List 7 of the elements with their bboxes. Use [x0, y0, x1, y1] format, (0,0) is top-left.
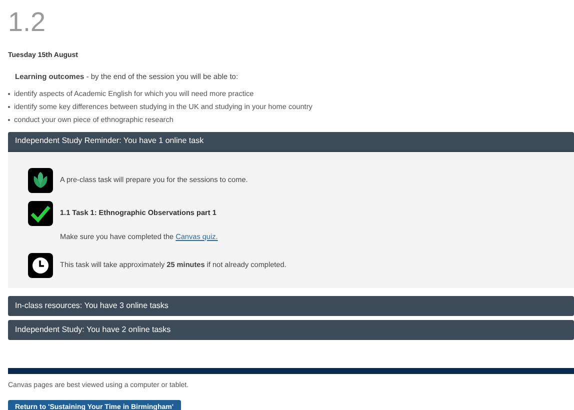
clock-icon [28, 252, 53, 278]
leaf-icon [28, 168, 53, 193]
accordion-header[interactable]: Independent Study Reminder: You have 1 online task [8, 132, 574, 152]
accordion-header[interactable]: In-class resources: You have 3 online tasks [8, 296, 574, 316]
page-title: 1.2 [8, 6, 47, 38]
accordion-header[interactable]: Independent Study: You have 2 online tasks [8, 320, 574, 340]
checkmark-icon [28, 200, 53, 226]
